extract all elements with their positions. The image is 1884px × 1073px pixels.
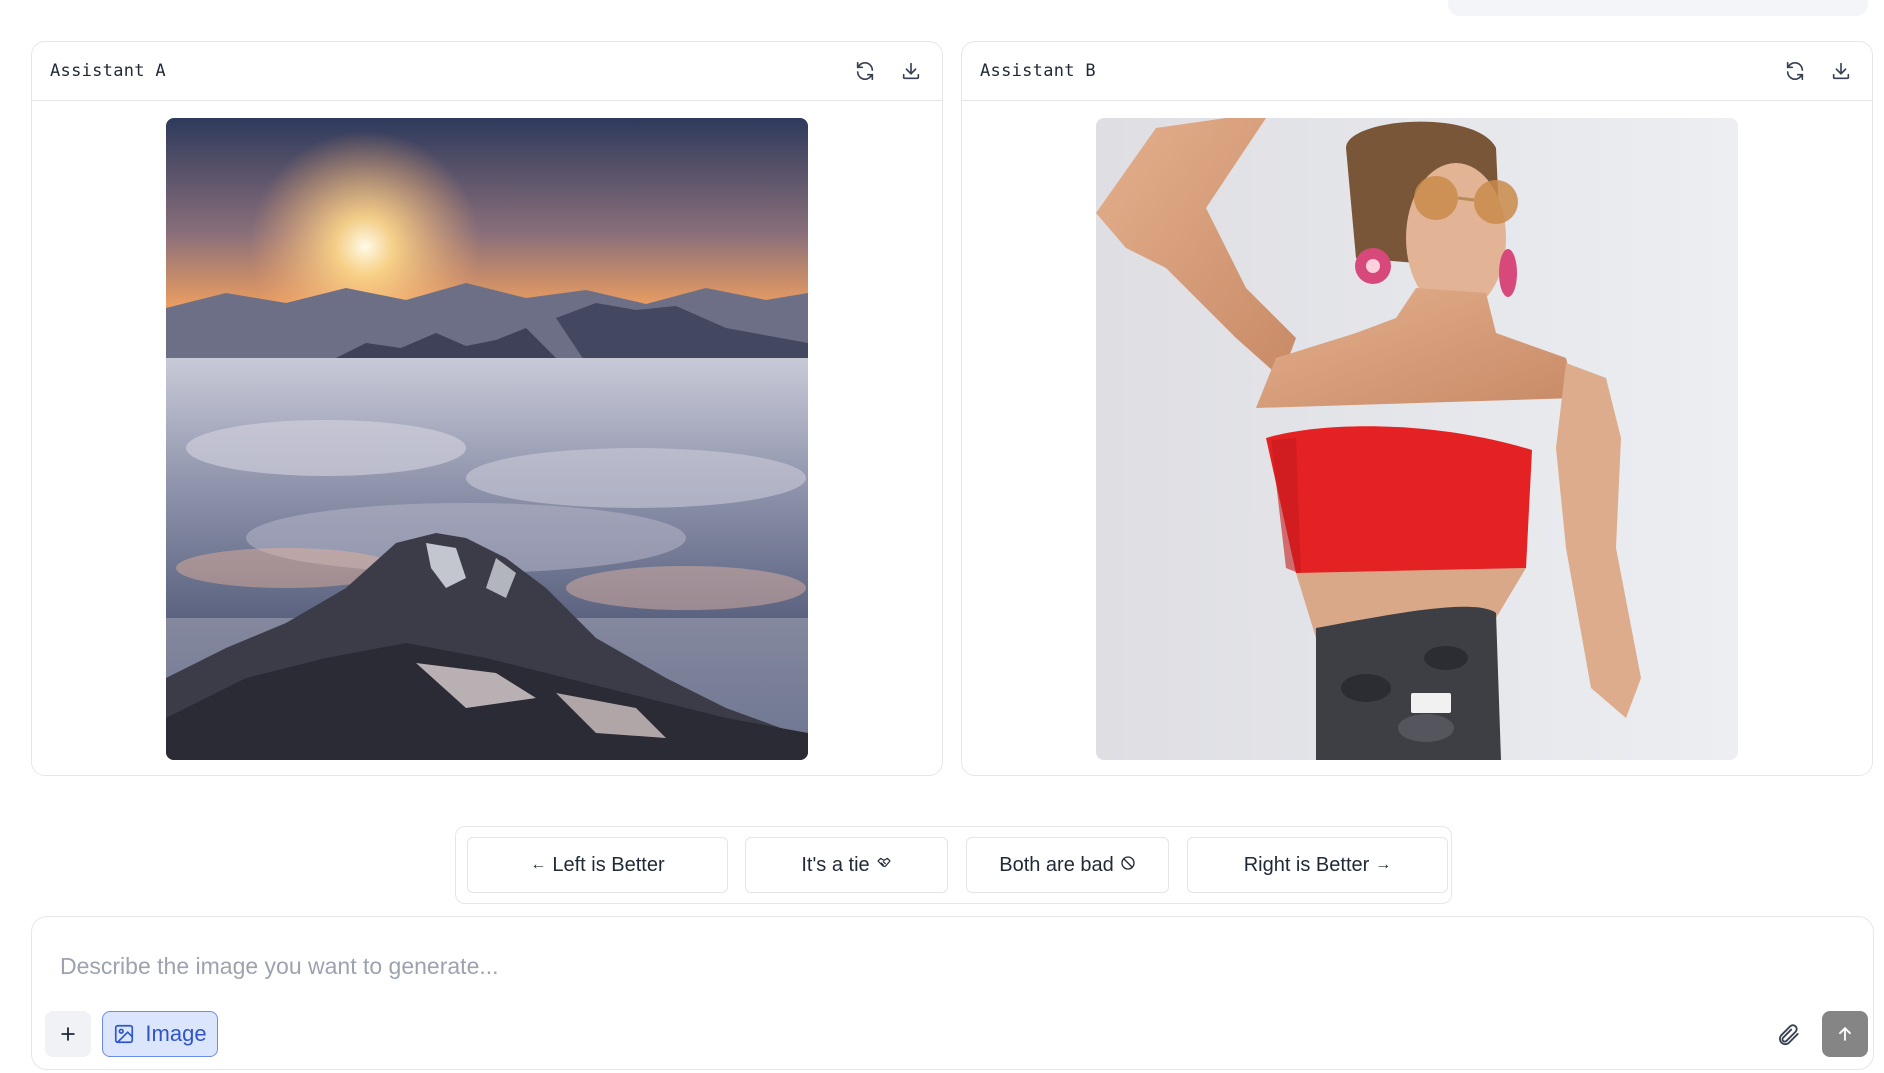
assistant-b-title: Assistant B xyxy=(980,61,1096,81)
paperclip-icon xyxy=(1778,1024,1799,1046)
plus-icon xyxy=(61,1027,75,1041)
top-search-pill[interactable] xyxy=(1448,0,1868,16)
assistant-b-body xyxy=(962,101,1872,775)
add-attachment-button[interactable] xyxy=(45,1011,91,1057)
fashion-portrait-image xyxy=(1096,118,1738,760)
assistant-a-panel: Assistant A xyxy=(31,41,943,776)
vote-bar: ← Left is Better It's a tie Both are bad… xyxy=(455,826,1452,904)
both-bad-button[interactable]: Both are bad xyxy=(966,837,1169,893)
assistant-b-actions xyxy=(1782,58,1854,84)
handshake-icon xyxy=(876,855,892,876)
image-mode-label: Image xyxy=(145,1021,207,1046)
mountain-sunrise-image xyxy=(166,118,808,760)
assistant-b-panel: Assistant B xyxy=(961,41,1873,776)
send-button[interactable] xyxy=(1822,1011,1868,1057)
tie-label: It's a tie xyxy=(801,853,870,876)
assistant-a-title: Assistant A xyxy=(50,61,166,81)
image-icon xyxy=(115,1024,134,1044)
image-mode-toggle[interactable]: Image xyxy=(102,1011,218,1057)
arrow-up-icon xyxy=(1839,1027,1851,1041)
arrow-left-icon: ← xyxy=(530,856,547,873)
arrow-right-icon: → xyxy=(1375,856,1392,873)
assistant-a-actions xyxy=(852,58,924,84)
left-is-better-label: Left is Better xyxy=(552,853,665,876)
assistant-b-header: Assistant B xyxy=(962,42,1872,101)
refresh-icon[interactable] xyxy=(852,58,878,84)
right-is-better-button[interactable]: Right is Better → xyxy=(1187,837,1448,893)
prompt-composer: Image xyxy=(31,916,1874,1070)
tie-button[interactable]: It's a tie xyxy=(745,837,948,893)
prompt-input[interactable] xyxy=(60,949,1760,983)
paperclip-button[interactable] xyxy=(1770,1017,1806,1053)
assistant-a-body xyxy=(32,101,942,775)
refresh-icon[interactable] xyxy=(1782,58,1808,84)
assistant-a-header: Assistant A xyxy=(32,42,942,101)
download-icon[interactable] xyxy=(1828,58,1854,84)
right-is-better-label: Right is Better xyxy=(1243,853,1370,876)
prohibited-icon xyxy=(1120,855,1136,876)
download-icon[interactable] xyxy=(898,58,924,84)
left-is-better-button[interactable]: ← Left is Better xyxy=(467,837,728,893)
both-bad-label: Both are bad xyxy=(999,853,1114,876)
